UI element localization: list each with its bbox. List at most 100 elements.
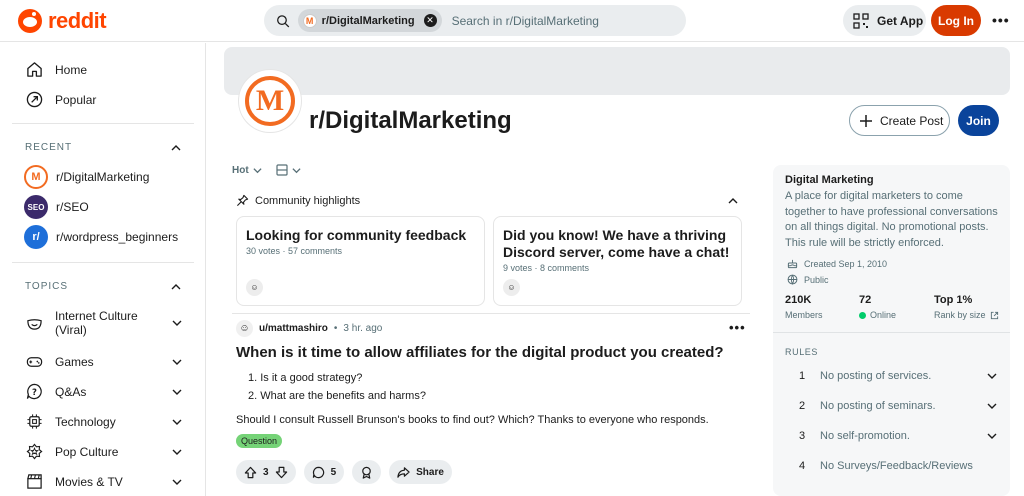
search-input[interactable] [451, 13, 686, 28]
topic-movies-tv[interactable]: Movies & TV [26, 473, 182, 490]
qr-code-icon [853, 12, 869, 29]
recent-item-label: r/DigitalMarketing [56, 170, 150, 184]
rule-item[interactable]: 2 No posting of seminars. [785, 400, 997, 412]
topics-section-header[interactable]: TOPICS [25, 281, 181, 292]
downvote-icon[interactable] [275, 466, 288, 479]
comment-count: 5 [330, 466, 337, 478]
post-time: 3 hr. ago [343, 323, 383, 334]
topic-label: Q&As [55, 384, 87, 399]
sidebar-item-label: Home [55, 62, 88, 77]
chevron-down-icon [172, 449, 182, 455]
chevron-up-icon[interactable] [728, 196, 738, 206]
rule-item[interactable]: 1 No posting of services. [785, 370, 997, 382]
community-about-panel: Digital Marketing A place for digital ma… [773, 165, 1010, 496]
about-title: Digital Marketing [785, 174, 874, 186]
gamepad-icon [26, 357, 43, 367]
rank-label[interactable]: Rank by size [934, 310, 986, 320]
rule-number: 2 [799, 400, 806, 412]
clapperboard-icon [27, 474, 42, 489]
snoo-icon [18, 9, 42, 33]
view-mode-dropdown[interactable] [276, 164, 301, 176]
post-more-icon[interactable]: ••• [729, 320, 746, 335]
cake-icon [787, 259, 798, 269]
recent-section-header[interactable]: RECENT [25, 142, 181, 153]
avatar: ☺ [246, 279, 263, 296]
left-sidebar: Home Popular RECENT M r/DigitalMarketing… [0, 43, 206, 496]
chevron-down-icon [253, 168, 262, 174]
community-highlights-header: Community highlights [236, 194, 360, 207]
star-badge-icon [26, 443, 43, 460]
sort-dropdown[interactable]: Hot [232, 165, 262, 176]
join-button[interactable]: Join [958, 105, 999, 136]
sidebar-item-popular[interactable]: Popular [26, 91, 96, 108]
more-options-icon[interactable]: ••• [992, 12, 1010, 28]
logo-text: reddit [48, 8, 107, 33]
about-description: A place for digital marketers to come to… [785, 190, 998, 249]
topic-pop-culture[interactable]: Pop Culture [26, 443, 182, 460]
topic-qas[interactable]: ? Q&As [26, 383, 182, 400]
sort-label: Hot [232, 165, 249, 176]
reddit-logo[interactable]: reddit [18, 8, 107, 34]
get-app-label: Get App [877, 13, 924, 28]
highlight-card[interactable]: Did you know! We have a thriving Discord… [493, 216, 742, 306]
create-post-button[interactable]: Create Post [849, 105, 950, 136]
close-icon[interactable]: ✕ [423, 14, 437, 27]
topic-technology[interactable]: Technology [26, 413, 182, 430]
rank-stat: Top 1% Rank by size [934, 294, 999, 320]
share-icon [397, 466, 410, 478]
recent-item-digitalmarketing[interactable]: M r/DigitalMarketing [24, 165, 149, 189]
visibility: Public [787, 274, 829, 285]
rule-item[interactable]: 4 No Surveys/Feedback/Reviews [785, 460, 997, 472]
rule-text: No posting of seminars. [820, 400, 936, 412]
community-banner [224, 47, 1010, 95]
external-link-icon[interactable] [990, 311, 999, 320]
post-title[interactable]: When is it time to allow affiliates for … [236, 344, 724, 361]
chevron-down-icon [172, 389, 182, 395]
recent-item-label: r/SEO [56, 200, 89, 214]
community-logo: M [245, 76, 295, 126]
popular-icon [26, 91, 43, 108]
topic-games[interactable]: Games [26, 353, 182, 370]
community-chip-avatar: M [302, 13, 317, 28]
highlight-title: Looking for community feedback [246, 227, 467, 243]
rule-number: 4 [799, 460, 806, 472]
list-item: 2. What are the benefits and harms? [248, 390, 426, 402]
search-scope-chip[interactable]: M r/DigitalMarketing ✕ [297, 9, 442, 32]
topic-label: Games [55, 354, 94, 369]
highlight-card[interactable]: Looking for community feedback 30 votes … [236, 216, 485, 306]
highlight-meta: 30 votes · 57 comments [246, 246, 343, 256]
about-divider [773, 332, 1010, 333]
post-author[interactable]: u/mattmashiro [259, 323, 328, 334]
post-flair[interactable]: Question [236, 434, 283, 448]
community-avatar: r/ [24, 225, 48, 249]
community-title: r/DigitalMarketing [309, 107, 512, 134]
online-dot-icon [859, 311, 866, 319]
rules-heading: RULES [785, 347, 819, 357]
post-author-line: ☺ u/mattmashiro • 3 hr. ago [236, 320, 382, 337]
comments-button[interactable]: 5 [303, 460, 345, 484]
upvote-icon[interactable] [244, 466, 257, 479]
topic-internet-culture[interactable]: Internet Culture (Viral) [26, 309, 182, 337]
plus-icon [860, 114, 872, 127]
share-button[interactable]: Share [389, 460, 452, 484]
card-view-icon [276, 164, 288, 176]
rule-text: No Surveys/Feedback/Reviews [820, 460, 973, 472]
search-bar[interactable]: M r/DigitalMarketing ✕ [264, 5, 686, 36]
recent-item-wordpress-beginners[interactable]: r/ r/wordpress_beginners [24, 225, 178, 249]
post-body: Should I consult Russell Brunson's books… [236, 414, 709, 426]
sidebar-item-home[interactable]: Home [26, 61, 87, 78]
recent-item-seo[interactable]: SEO r/SEO [24, 195, 89, 219]
highlight-meta: 9 votes · 8 comments [503, 263, 590, 273]
create-post-label: Create Post [880, 113, 944, 128]
avatar[interactable]: ☺ [236, 320, 253, 337]
rule-item[interactable]: 3 No self-promotion. [785, 430, 997, 442]
award-button[interactable] [352, 460, 382, 484]
login-button[interactable]: Log In [931, 5, 981, 36]
top-bar: reddit M r/DigitalMarketing ✕ Get App Lo… [0, 0, 1024, 42]
visibility-text: Public [804, 274, 829, 285]
get-app-button[interactable]: Get App [843, 5, 926, 36]
chevron-down-icon [987, 373, 997, 379]
svg-text:?: ? [32, 388, 37, 398]
home-icon [27, 62, 42, 77]
online-label: Online [870, 310, 897, 320]
